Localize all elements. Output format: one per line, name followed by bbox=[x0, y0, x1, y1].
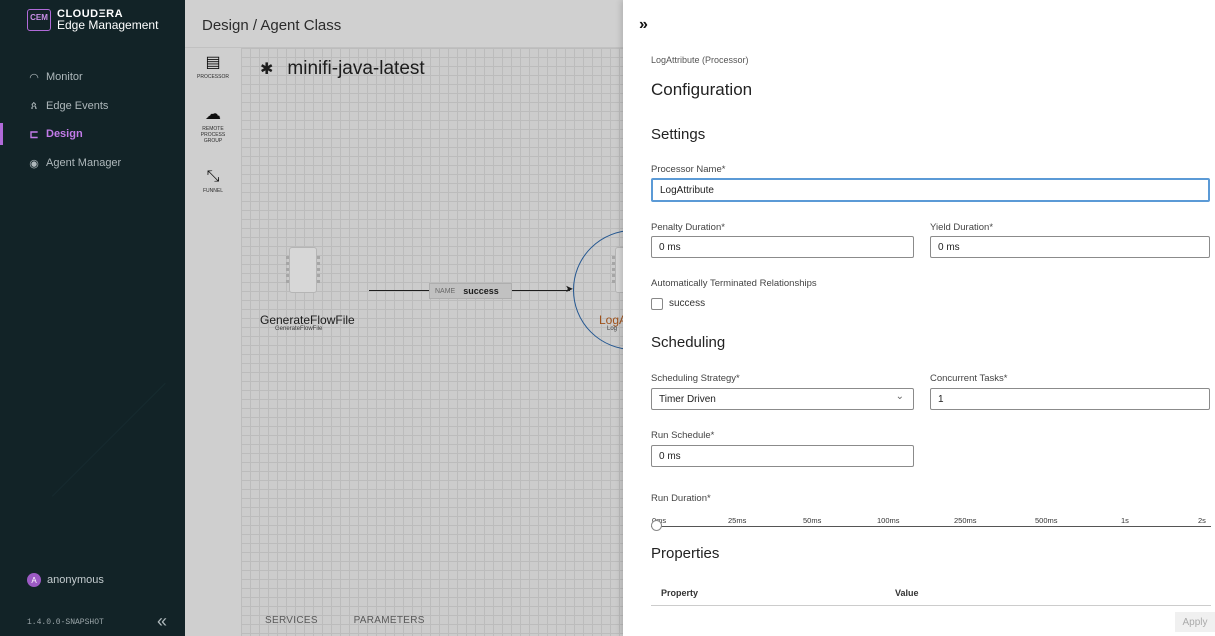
sidebar-item-edge-events[interactable]: ጰ Edge Events bbox=[0, 95, 185, 117]
slider-tick: 250ms bbox=[954, 516, 977, 525]
processor-name-label: Processor Name* bbox=[651, 164, 726, 175]
connection-value: success bbox=[463, 286, 499, 296]
palette-label: FUNNEL bbox=[202, 188, 223, 194]
concurrent-tasks-input[interactable]: 1 bbox=[930, 388, 1210, 410]
penalty-duration-label: Penalty Duration* bbox=[651, 222, 725, 233]
design-icon: ⊏ bbox=[29, 128, 39, 141]
scheduling-heading: Scheduling bbox=[651, 334, 726, 351]
auto-terminated-label: Automatically Terminated Relationships bbox=[651, 278, 817, 289]
slider-tick: 2s bbox=[1198, 516, 1206, 525]
breadcrumb: Design / Agent Class bbox=[202, 17, 342, 34]
sidebar: CEM CLOUDΞRA Edge Management ◠ Monitor ጰ… bbox=[0, 0, 279, 636]
cem-logo-icon: CEM bbox=[27, 9, 51, 31]
palette-funnel[interactable]: ⤡ FUNNEL bbox=[185, 168, 241, 194]
column-header-value[interactable]: Value bbox=[895, 588, 919, 598]
slider-tick: 100ms bbox=[877, 516, 900, 525]
properties-table-header: Property Value bbox=[651, 580, 1211, 606]
version-label: 1.4.0.0-SNAPSHOT bbox=[27, 618, 104, 627]
success-checkbox-label: success bbox=[669, 298, 706, 309]
concurrent-tasks-label: Concurrent Tasks* bbox=[930, 373, 1008, 384]
processor-type: LogAttribute (Processor) bbox=[651, 55, 749, 65]
penalty-duration-input[interactable]: 0 ms bbox=[651, 236, 914, 258]
success-checkbox[interactable] bbox=[651, 298, 663, 310]
run-schedule-input[interactable]: 0 ms bbox=[651, 445, 914, 467]
double-chevron-left-icon[interactable]: « bbox=[157, 611, 167, 632]
user-menu[interactable]: A anonymous bbox=[27, 573, 104, 587]
slider-tick: 500ms bbox=[1035, 516, 1058, 525]
run-duration-label: Run Duration* bbox=[651, 493, 711, 504]
slider-tick: 1s bbox=[1121, 516, 1129, 525]
configuration-panel: » LogAttribute (Processor) Configuration… bbox=[623, 0, 1215, 636]
slider-tick: 50ms bbox=[803, 516, 822, 525]
flow-designer: Design / Agent Class ▤ PROCESSOR ☁ REMOT… bbox=[185, 0, 693, 636]
node-type: Log bbox=[607, 326, 618, 332]
funnel-icon: ⤡ bbox=[206, 168, 220, 185]
processor-icon: ▤ bbox=[205, 54, 221, 71]
scheduling-strategy-label: Scheduling Strategy* bbox=[651, 373, 740, 384]
person-icon: ጰ bbox=[30, 99, 38, 112]
run-schedule-label: Run Schedule* bbox=[651, 430, 715, 441]
sidebar-item-label: Monitor bbox=[46, 71, 83, 83]
palette-label: PROCESSOR bbox=[197, 74, 229, 80]
agent-icon: ◉ bbox=[29, 157, 39, 170]
connection-line[interactable] bbox=[512, 290, 570, 291]
sidebar-item-label: Design bbox=[46, 128, 83, 140]
cloud-icon: ☁ bbox=[205, 106, 221, 123]
connection-label[interactable]: NAME success bbox=[429, 283, 512, 299]
canvas-tabs: SERVICES PARAMETERS bbox=[265, 615, 458, 626]
tab-services[interactable]: SERVICES bbox=[265, 615, 318, 626]
settings-heading: Settings bbox=[651, 126, 706, 143]
flow-name: minifi-java-latest bbox=[287, 58, 425, 79]
sidebar-item-label: Agent Manager bbox=[46, 157, 122, 169]
canvas-header: Design / Agent Class bbox=[185, 0, 623, 48]
properties-heading: Properties bbox=[651, 545, 720, 562]
component-palette: ▤ PROCESSOR ☁ REMOTE PROCESS GROUP ⤡ FUN… bbox=[185, 48, 241, 636]
column-header-property[interactable]: Property bbox=[661, 588, 698, 598]
product-name: Edge Management bbox=[57, 18, 159, 32]
sidebar-item-agent-manager[interactable]: ◉ Agent Manager bbox=[0, 152, 185, 174]
processor-name-input[interactable]: LogAttribute bbox=[651, 178, 1210, 202]
processor-node-generateflowfile[interactable] bbox=[286, 247, 320, 293]
apply-button[interactable]: Apply bbox=[1175, 612, 1215, 632]
node-type: GenerateFlowFile bbox=[275, 326, 323, 332]
flow-title: ✱ minifi-java-latest bbox=[260, 58, 425, 80]
connection-key: NAME bbox=[435, 287, 456, 295]
connection-line[interactable] bbox=[369, 290, 429, 291]
palette-processor[interactable]: ▤ PROCESSOR bbox=[185, 54, 241, 80]
canvas-grid[interactable] bbox=[241, 48, 623, 636]
sidebar-item-design[interactable]: ⊏ Design bbox=[0, 123, 185, 145]
palette-label: REMOTE PROCESS GROUP bbox=[200, 126, 226, 144]
app-logo[interactable]: CEM CLOUDΞRA Edge Management bbox=[27, 9, 158, 31]
double-chevron-right-icon[interactable]: » bbox=[639, 16, 648, 34]
avatar: A bbox=[27, 573, 41, 587]
user-name: anonymous bbox=[47, 574, 104, 586]
slider-tick: 25ms bbox=[728, 516, 747, 525]
palette-remote-process-group[interactable]: ☁ REMOTE PROCESS GROUP bbox=[185, 106, 241, 144]
sidebar-item-monitor[interactable]: ◠ Monitor bbox=[0, 66, 185, 88]
run-duration-slider[interactable] bbox=[651, 526, 1211, 527]
tab-parameters[interactable]: PARAMETERS bbox=[354, 615, 425, 626]
scheduling-strategy-select[interactable]: Timer Driven bbox=[651, 388, 914, 410]
gauge-icon: ◠ bbox=[29, 71, 39, 84]
slider-thumb[interactable] bbox=[651, 520, 662, 531]
node-name: GenerateFlowFile bbox=[260, 313, 355, 327]
star-icon: ✱ bbox=[260, 61, 274, 78]
yield-duration-label: Yield Duration* bbox=[930, 222, 994, 233]
sidebar-item-label: Edge Events bbox=[46, 100, 109, 112]
page-title: Configuration bbox=[651, 80, 753, 99]
yield-duration-input[interactable]: 0 ms bbox=[930, 236, 1210, 258]
